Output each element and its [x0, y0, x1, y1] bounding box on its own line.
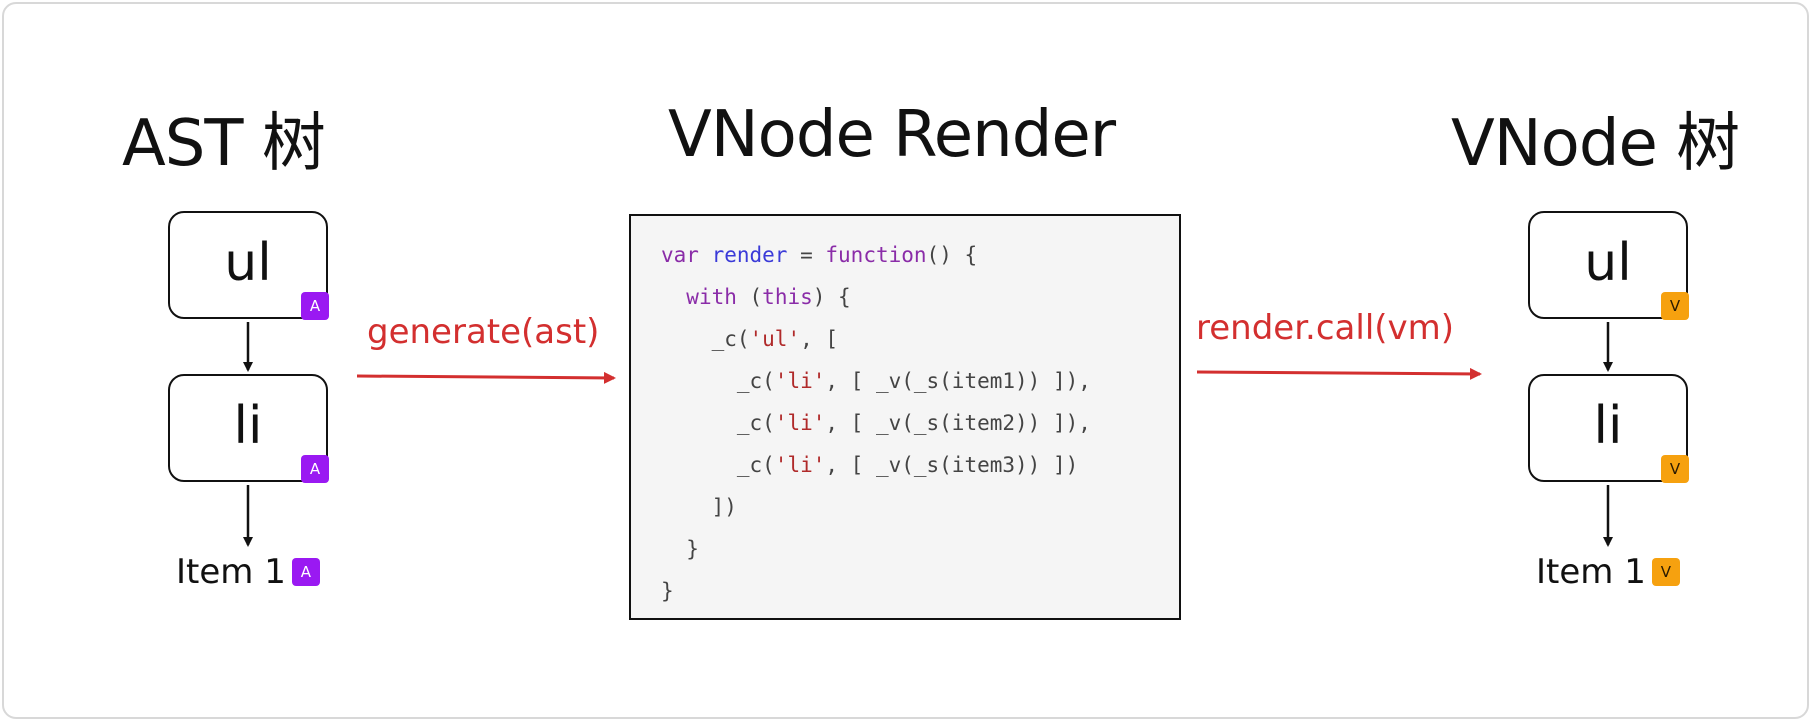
code-line: _c('ul', [ — [661, 327, 839, 351]
render-function-code: var render = function() { with (this) { … — [661, 234, 1091, 612]
code-line: } — [661, 537, 699, 561]
vnode-node-li: li V — [1528, 374, 1689, 483]
code-line: var render = function() { — [661, 243, 978, 267]
ast-item-text-node: Item 1A — [176, 552, 320, 592]
code-line: _c('li', [ _v(_s(item2)) ]), — [661, 411, 1091, 435]
vnode-badge: V — [1661, 292, 1689, 320]
vnode-item-label: Item 1 — [1536, 552, 1646, 592]
code-line: ]) — [661, 495, 737, 519]
vnode-item-text-node: Item 1V — [1536, 552, 1680, 592]
ast-badge: A — [301, 292, 329, 320]
vnode-badge: V — [1661, 455, 1689, 483]
vnode-node-ul: ul V — [1528, 211, 1689, 320]
generate-arrow — [356, 371, 616, 384]
render-function-code-block: var render = function() { with (this) { … — [629, 214, 1181, 620]
render-call-arrow — [1196, 367, 1482, 380]
vnode-badge: V — [1651, 558, 1680, 586]
generate-label: generate(ast) — [367, 312, 600, 352]
code-line: _c('li', [ _v(_s(item1)) ]), — [661, 369, 1091, 393]
vnode-node-li-label: li — [1593, 396, 1623, 456]
vnode-node-ul-label: ul — [1584, 233, 1632, 293]
ast-node-li: li A — [168, 374, 329, 483]
code-line: with (this) { — [686, 285, 851, 309]
render-call-label: render.call(vm) — [1196, 308, 1455, 348]
ast-badge: A — [291, 558, 320, 586]
ast-node-li-label: li — [233, 396, 263, 456]
ast-node-ul-label: ul — [224, 233, 272, 293]
ast-node-ul: ul A — [168, 211, 329, 320]
code-line: } — [661, 579, 674, 603]
ast-badge: A — [301, 455, 329, 483]
code-line: _c('li', [ _v(_s(item3)) ]) — [661, 453, 1079, 477]
ast-item-label: Item 1 — [176, 552, 286, 592]
